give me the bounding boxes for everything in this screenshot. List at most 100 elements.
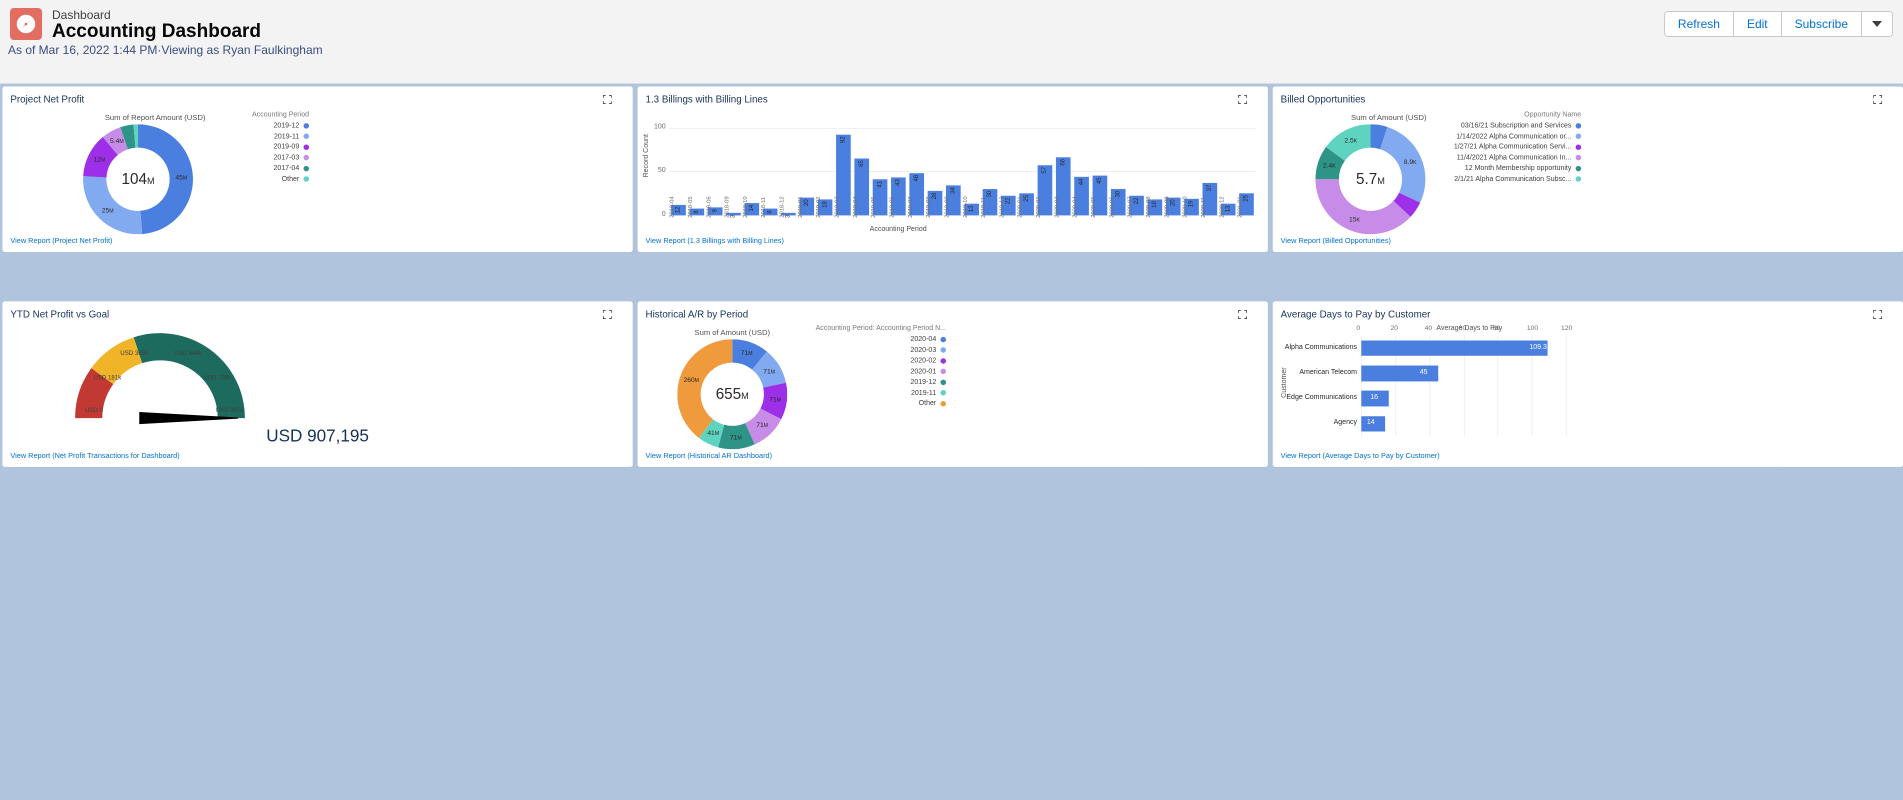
legend-item-label: 2017-03 (273, 154, 299, 161)
view-report-link[interactable]: View Report (Historical AR Dashboard) (646, 451, 773, 460)
more-actions-button[interactable] (1862, 12, 1892, 36)
legend-item[interactable]: 12 Month Membership opportunity (1428, 165, 1581, 172)
legend-item-label: 2017-04 (273, 165, 299, 172)
bar[interactable] (1361, 340, 1547, 356)
subscribe-button[interactable]: Subscribe (1782, 12, 1862, 36)
bar-value-label: 20 (803, 200, 810, 207)
legend-item[interactable]: 11/4/2021 Alpha Communication In... (1428, 154, 1581, 161)
card-title: Project Net Profit (10, 94, 84, 106)
expand-icon[interactable] (1873, 310, 1882, 319)
legend-item-label: 11/4/2021 Alpha Communication In... (1457, 154, 1572, 161)
card-title: YTD Net Profit vs Goal (10, 309, 109, 321)
donut-slice-label: 71M (730, 434, 742, 441)
bar-value-label: 22 (1005, 198, 1012, 205)
expand-icon[interactable] (1238, 310, 1247, 319)
x-axis-tick: 0 (1356, 325, 1360, 332)
legend-item-label: 2019-11 (274, 133, 299, 140)
legend-item[interactable]: 2020-03 (793, 346, 946, 353)
edit-button[interactable]: Edit (1734, 12, 1782, 36)
x-axis-tick: 2020-05 (1090, 196, 1097, 217)
gauge-tick-label: USD 544k (174, 350, 202, 357)
gauge-tick-label: USD 181k (93, 375, 121, 382)
card-avg-days-to-pay: Average Days to Pay by Customer Average … (1273, 301, 1903, 467)
donut-chart-billed-opportunities[interactable]: 5.7M8.9K15K2.4K2.5K (1315, 124, 1425, 234)
dashboard-status-text: As of Mar 16, 2022 1:44 PM·Viewing as Ry… (8, 42, 323, 58)
view-report-link[interactable]: View Report (Project Net Profit) (10, 236, 112, 245)
bar-value-label: 28 (931, 193, 938, 200)
legend-item-label: 2019-09 (273, 143, 299, 150)
view-report-link[interactable]: View Report (1.3 Billings with Billing L… (646, 236, 784, 245)
x-axis-tick: 2019-04 (852, 196, 859, 217)
legend-color-swatch (304, 166, 309, 171)
x-axis-tick: 60 (1459, 325, 1466, 332)
legend-item[interactable]: 2019-11 (793, 389, 946, 396)
donut-slice-label: 2.5K (1344, 137, 1357, 144)
donut-slice-label: 25M (102, 206, 114, 213)
card-billed-opportunities: Billed Opportunities Sum of Amount (USD)… (1273, 86, 1903, 252)
donut-slice-label: 12M (93, 156, 105, 163)
legend-item[interactable]: 2020-04 (793, 336, 946, 343)
x-axis-tick: 120 (1561, 325, 1572, 332)
bar-value-label: 19 (1188, 200, 1195, 207)
bar-value-label: 109.3 (1529, 343, 1547, 350)
hbar-chart-avg-days-to-pay[interactable]: 020406080100120109.3Alpha Communications… (1361, 336, 1566, 437)
view-report-link[interactable]: View Report (Average Days to Pay by Cust… (1281, 451, 1440, 460)
bar-value-label: 34 (950, 187, 957, 194)
legend-item[interactable]: 2019-12 (210, 122, 309, 129)
legend-item[interactable]: 2019-11 (210, 133, 309, 140)
expand-icon[interactable] (603, 95, 612, 104)
x-axis-tick: 2020-10 (1182, 196, 1189, 217)
legend-item-label: 1/27/21 Alpha Communication Servi... (1454, 143, 1572, 150)
bar-value-label: 43 (895, 179, 902, 186)
refresh-button[interactable]: Refresh (1665, 12, 1734, 36)
legend-item[interactable]: Other (793, 400, 946, 407)
donut-chart-project-net-profit[interactable]: 104M45M25M12M5.4M (83, 124, 193, 234)
donut-body: 5.7M8.9K15K2.4K2.5K (1315, 124, 1425, 234)
bar-value-label: 12 (675, 207, 682, 214)
legend-item[interactable]: 2019-09 (210, 143, 309, 150)
card-title: 1.3 Billings with Billing Lines (646, 94, 768, 106)
legend-title: Opportunity Name (1428, 111, 1581, 118)
view-report-link[interactable]: View Report (Net Profit Transactions for… (10, 451, 179, 460)
legend-item[interactable]: 1/14/2022 Alpha Communication or... (1428, 133, 1581, 140)
legend-item[interactable]: 2020-02 (793, 357, 946, 364)
x-axis-tick: 2020-03 (1053, 196, 1060, 217)
bar-value-label: 18 (821, 201, 828, 208)
gridline (1566, 336, 1567, 437)
legend-item[interactable]: Other (210, 175, 309, 182)
legend-item[interactable]: 2017-04 (210, 165, 309, 172)
x-axis-tick: 2020-01 (1017, 196, 1024, 217)
expand-icon[interactable] (1238, 95, 1247, 104)
card-title: Historical A/R by Period (646, 309, 749, 321)
donut-slice-label: 71M (763, 368, 775, 375)
gauge-chart-ytd-net-profit[interactable]: USD 0USD 181kUSD 363kUSD 544kUSD 726kUSD… (71, 328, 248, 429)
expand-icon[interactable] (603, 310, 612, 319)
expand-icon[interactable] (1873, 95, 1882, 104)
legend-item[interactable]: 03/16/21 Subscription and Services (1428, 122, 1581, 129)
y-axis-tick: 0 (642, 210, 665, 217)
legend-color-swatch (941, 369, 946, 374)
x-axis-tick: 2020-06 (1108, 196, 1115, 217)
bar-value-label: 20 (1170, 200, 1177, 207)
legend-color-swatch (1576, 144, 1581, 149)
view-report-link[interactable]: View Report (Billed Opportunities) (1281, 236, 1391, 245)
legend-item[interactable]: 2019-12 (793, 378, 946, 385)
bar-value-label: 22 (1133, 198, 1140, 205)
bar-value-label: 45 (1096, 178, 1103, 185)
legend-item[interactable]: 2/1/21 Alpha Communication Subsc... (1428, 175, 1581, 182)
bar-value-label: 48 (913, 175, 920, 182)
x-axis-tick: 2020-07 (1127, 196, 1134, 217)
x-axis-tick: 2019-11 (980, 197, 987, 218)
legend-item[interactable]: 2020-01 (793, 368, 946, 375)
legend-item[interactable]: 1/27/21 Alpha Communication Servi... (1428, 143, 1581, 150)
gauge-tick-label: USD 363k (120, 350, 148, 357)
donut-slice-label: 71M (756, 422, 768, 429)
legend-color-swatch (941, 337, 946, 342)
bar-value-label: 44 (1078, 179, 1085, 186)
x-axis-tick: 2019-08 (925, 196, 932, 217)
donut-chart-historical-ar[interactable]: 655M71M71M71M71M71M41M260M (677, 339, 787, 449)
legend-color-swatch (941, 347, 946, 352)
x-axis-tick: 2019-02 (815, 196, 822, 217)
legend-item[interactable]: 2017-03 (210, 154, 309, 161)
x-axis-tick: 2018-05 (687, 196, 694, 217)
